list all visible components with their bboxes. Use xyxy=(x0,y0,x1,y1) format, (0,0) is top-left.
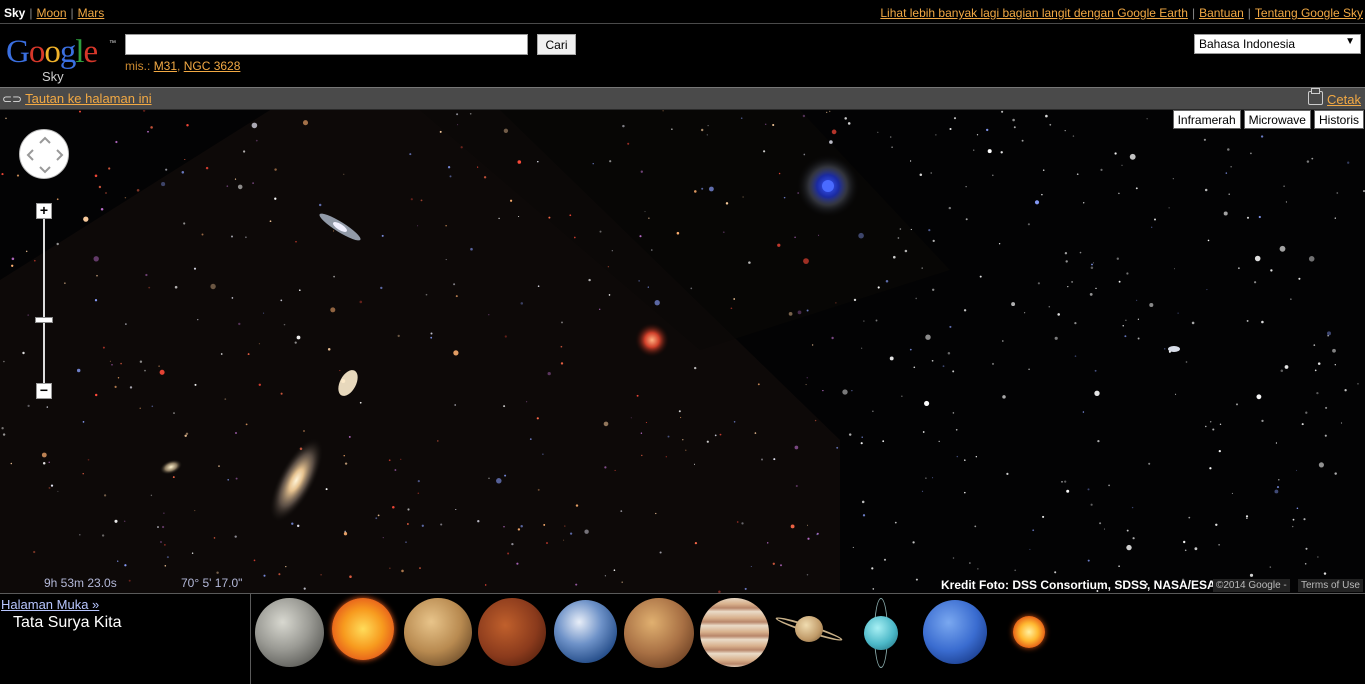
pan-arrows-icon xyxy=(26,136,64,174)
zoom-out-button[interactable]: − xyxy=(36,383,52,399)
print-link[interactable]: Cetak xyxy=(1327,92,1361,107)
panel-header: Halaman Muka » Tata Surya Kita xyxy=(0,594,251,684)
declination: 70° 5' 17.0" xyxy=(181,576,243,590)
neptune-thumbnail[interactable] xyxy=(923,600,987,664)
about-link[interactable]: Tentang Google Sky xyxy=(1255,6,1363,20)
right-ascension: 9h 53m 23.0s xyxy=(44,576,117,590)
language-select[interactable]: Bahasa Indonesia ▼ xyxy=(1194,34,1361,54)
pluto-thumbnail[interactable] xyxy=(1013,616,1045,648)
copyright-notice: ©2014 Google - xyxy=(1213,579,1290,592)
google-sky-logo[interactable]: Google ™ Sky xyxy=(6,36,116,86)
saturn-thumbnail[interactable] xyxy=(774,612,844,646)
sky-imagery xyxy=(0,110,1365,593)
panel-title: Tata Surya Kita xyxy=(13,614,122,631)
example-m31-link[interactable]: M31 xyxy=(154,59,177,73)
logo-product: Sky xyxy=(42,69,64,84)
language-selected: Bahasa Indonesia xyxy=(1199,37,1296,51)
top-nav-bar: Sky | Moon | Mars Lihat lebih banyak lagi ba… xyxy=(0,0,1365,24)
search-examples: mis.: M31, NGC 3628 xyxy=(125,59,241,73)
pan-control[interactable] xyxy=(19,129,69,179)
layer-infrared-button[interactable]: Inframerah xyxy=(1172,110,1241,129)
link-bar: ⊂⊃ Tautan ke halaman ini Cetak xyxy=(0,87,1365,110)
help-link[interactable]: Bantuan xyxy=(1199,6,1244,20)
nav-mars[interactable]: Mars xyxy=(78,6,105,20)
printer-icon xyxy=(1308,88,1324,105)
zoom-slider-handle[interactable] xyxy=(35,317,53,323)
jupiter-thumbnail[interactable] xyxy=(700,598,769,667)
nav-sky[interactable]: Sky xyxy=(4,6,25,20)
layer-historical-button[interactable]: Historis xyxy=(1313,110,1364,129)
imagery-credit: Kredit Foto: DSS Consortium, SDSS, NASA/… xyxy=(941,578,1216,592)
google-earth-link[interactable]: Lihat lebih banyak lagi bagian langit de… xyxy=(880,6,1188,20)
planet-strip xyxy=(252,594,1052,684)
nav-moon[interactable]: Moon xyxy=(36,6,66,20)
layer-buttons: Inframerah Microwave Historis xyxy=(1170,110,1364,129)
mercury-thumbnail[interactable] xyxy=(404,598,472,666)
permalink-link[interactable]: Tautan ke halaman ini xyxy=(25,91,151,106)
zoom-slider-track[interactable] xyxy=(43,210,45,390)
home-link[interactable]: Halaman Muka » xyxy=(1,597,99,612)
logo-wordmark: Google xyxy=(6,34,98,70)
terms-link[interactable]: Terms of Use xyxy=(1298,579,1363,592)
sky-map[interactable]: Inframerah Microwave Historis + − 9h 53m… xyxy=(0,110,1365,593)
solar-system-panel: Halaman Muka » Tata Surya Kita xyxy=(0,593,1365,684)
sun-thumbnail[interactable] xyxy=(332,598,394,660)
search-button[interactable]: Cari xyxy=(537,34,576,55)
link-chain-icon: ⊂⊃ xyxy=(2,92,23,106)
layer-microwave-button[interactable]: Microwave xyxy=(1243,110,1311,129)
examples-prefix: mis.: xyxy=(125,59,151,73)
moon-thumbnail[interactable] xyxy=(255,598,324,667)
dropdown-arrow-icon: ▼ xyxy=(1345,36,1355,47)
mars-thumbnail[interactable] xyxy=(624,598,694,668)
venus-thumbnail[interactable] xyxy=(478,598,546,666)
example-ngc3628-link[interactable]: NGC 3628 xyxy=(184,59,241,73)
uranus-thumbnail[interactable] xyxy=(860,598,904,668)
search-input[interactable] xyxy=(125,34,528,55)
header: Google ™ Sky Cari mis.: M31, NGC 3628 Ba… xyxy=(0,24,1365,87)
zoom-in-button[interactable]: + xyxy=(36,203,52,219)
coordinates-readout: 9h 53m 23.0s 70° 5' 17.0" xyxy=(44,576,242,590)
logo-trademark: ™ xyxy=(109,40,116,47)
earth-thumbnail[interactable] xyxy=(554,600,617,663)
